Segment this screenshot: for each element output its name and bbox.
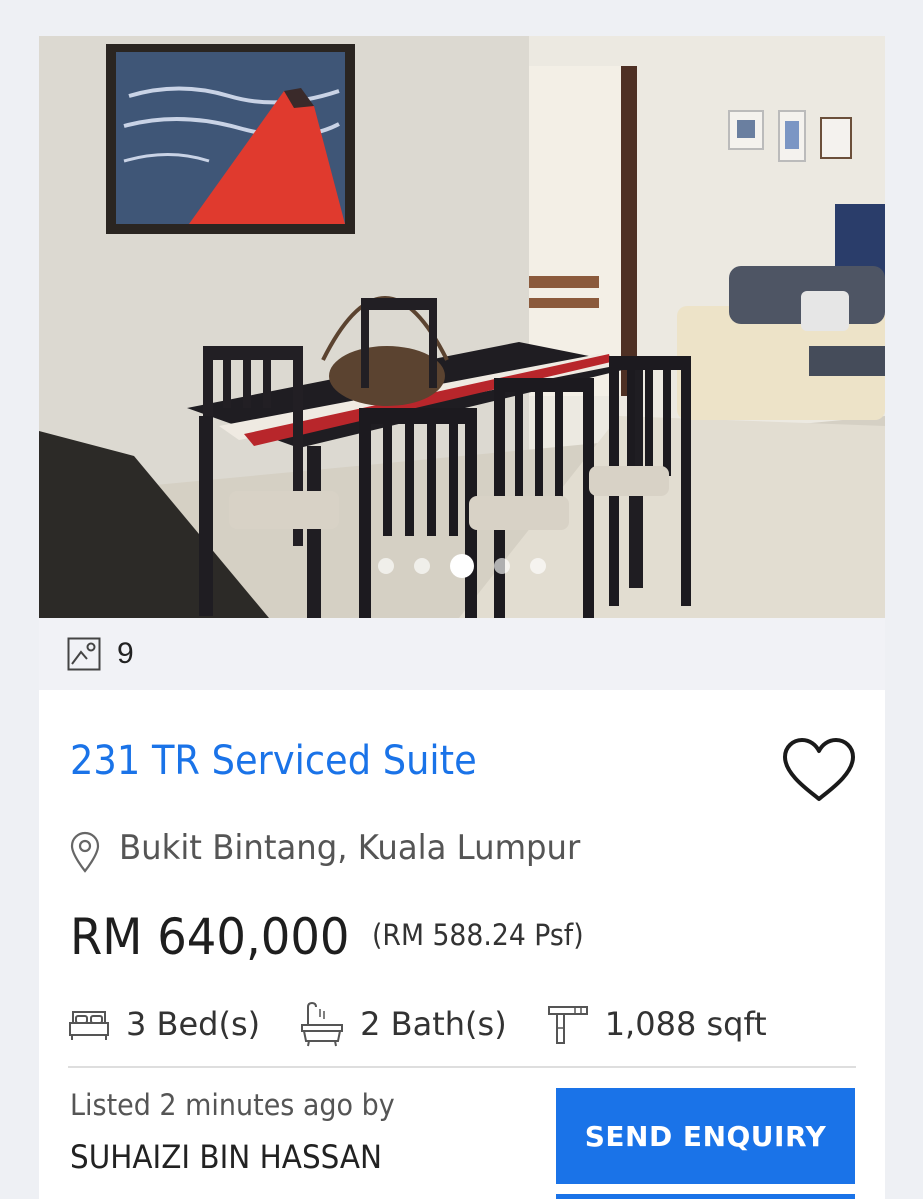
agent-name[interactable]: SUHAIZI BIN HASSAN xyxy=(70,1138,382,1176)
listing-price-psf: (RM 588.24 Psf) xyxy=(372,918,584,952)
image-icon xyxy=(67,637,101,671)
bed-icon xyxy=(69,1011,109,1040)
carousel-dot[interactable] xyxy=(494,558,510,574)
photo-count: 9 xyxy=(117,637,134,670)
heart-outline-icon xyxy=(783,738,855,801)
carousel-dot[interactable] xyxy=(530,558,546,574)
map-pin-icon xyxy=(70,831,100,873)
listing-title[interactable]: 231 TR Serviced Suite xyxy=(70,738,477,784)
size-label: 1,088 sqft xyxy=(604,1005,767,1043)
divider xyxy=(68,1066,856,1068)
listing-card[interactable]: 9 231 TR Serviced Suite Bukit Bintang, K… xyxy=(39,36,885,1199)
favourite-button[interactable] xyxy=(769,720,869,820)
bathtub-icon xyxy=(301,1001,344,1047)
carousel-dot-active[interactable] xyxy=(450,554,474,578)
photo-count-bar[interactable]: 9 xyxy=(39,618,885,690)
feature-beds: 3 Bed(s) xyxy=(68,1005,260,1043)
secondary-button-edge xyxy=(556,1194,855,1199)
feature-size: 1,088 sqft xyxy=(547,1003,767,1045)
listing-photo xyxy=(39,36,885,618)
carousel-dot[interactable] xyxy=(378,558,394,574)
carousel-dot[interactable] xyxy=(414,558,430,574)
listing-features: 3 Bed(s) 2 Bath(s) 1,088 sqft xyxy=(68,996,807,1052)
listing-photo-carousel[interactable] xyxy=(39,36,885,618)
send-enquiry-button[interactable]: SEND ENQUIRY xyxy=(556,1088,855,1184)
listing-price: RM 640,000 xyxy=(70,908,350,966)
listing-location: Bukit Bintang, Kuala Lumpur xyxy=(119,828,581,868)
beds-label: 3 Bed(s) xyxy=(126,1005,261,1043)
area-icon xyxy=(547,1006,588,1044)
carousel-indicator xyxy=(39,554,885,578)
baths-label: 2 Bath(s) xyxy=(360,1005,507,1043)
feature-baths: 2 Bath(s) xyxy=(300,1001,507,1047)
listed-time: Listed 2 minutes ago by xyxy=(70,1088,395,1122)
